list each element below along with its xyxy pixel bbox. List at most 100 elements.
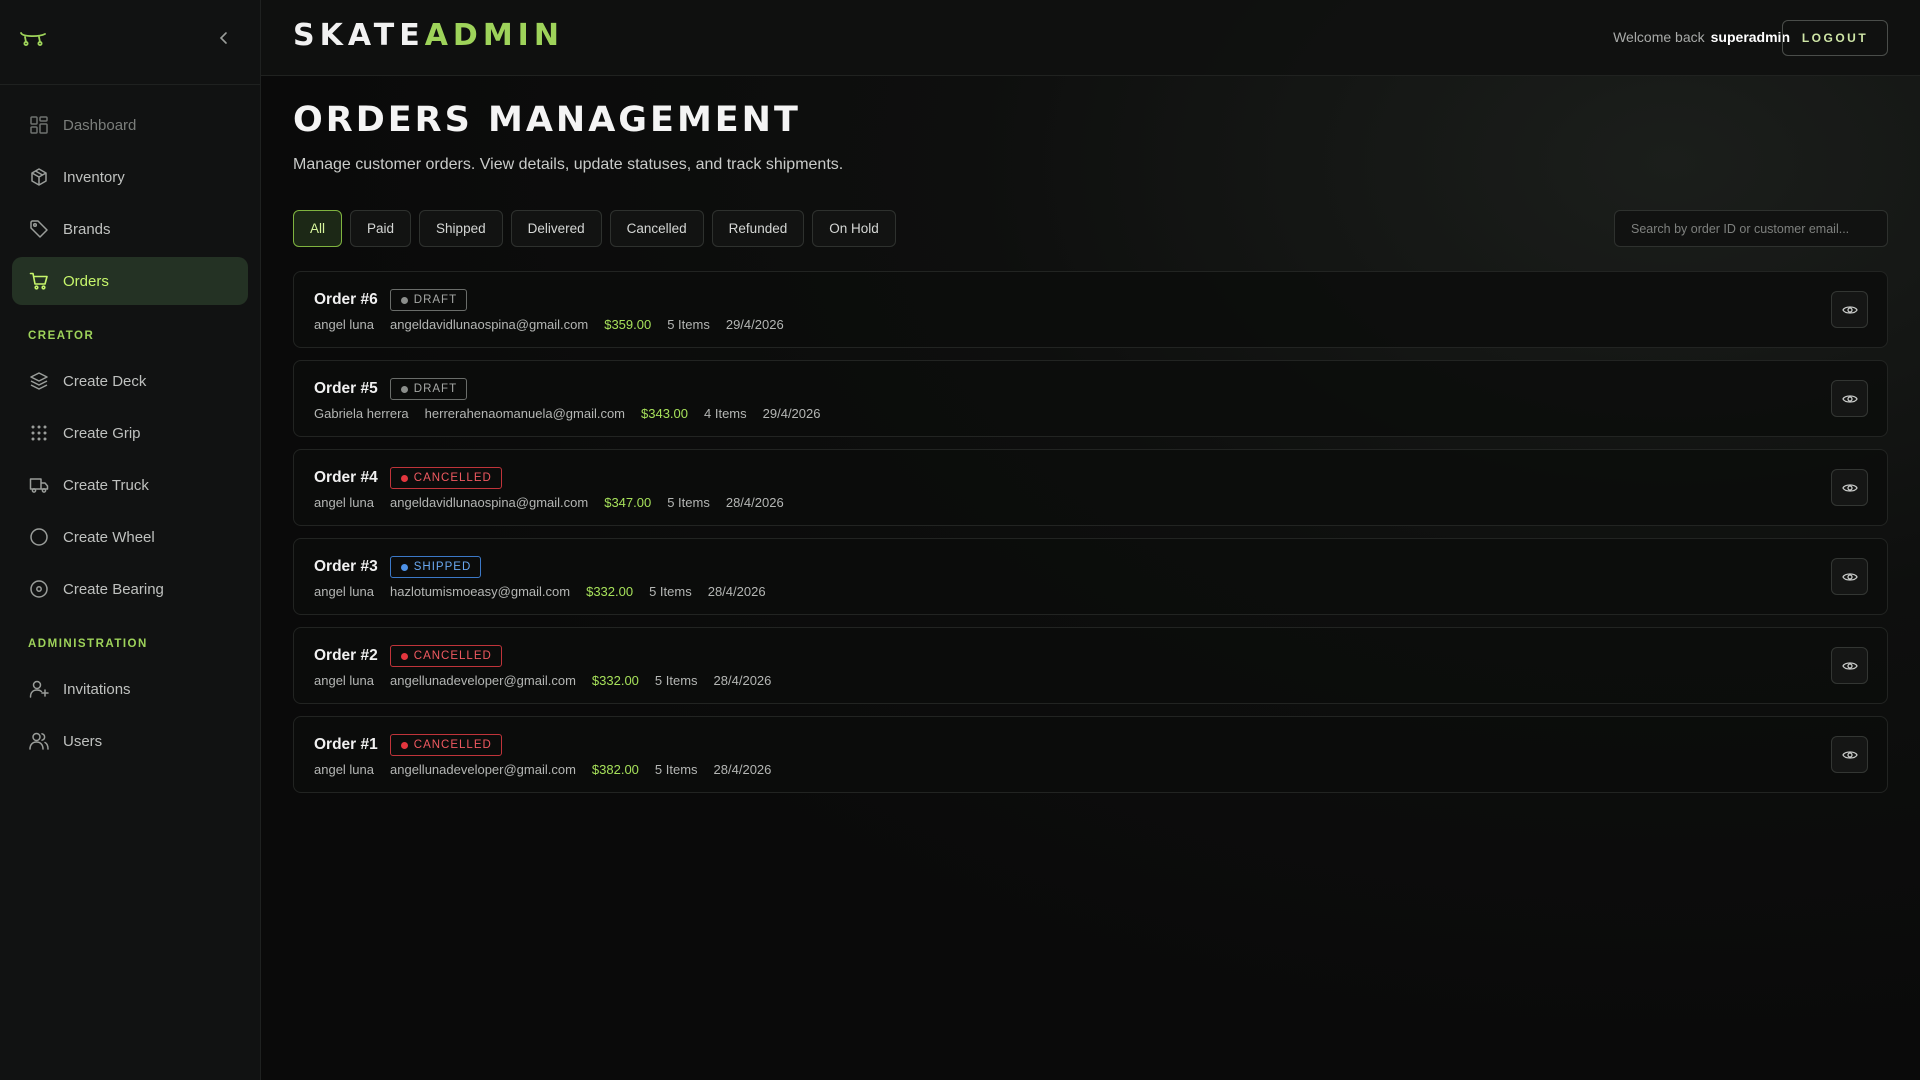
sidebar-header bbox=[0, 0, 260, 85]
order-date: 29/4/2026 bbox=[725, 317, 784, 332]
sidebar-item-label: Users bbox=[63, 732, 103, 750]
circle-icon bbox=[30, 528, 48, 546]
sidebar-item-label: Invitations bbox=[63, 680, 131, 698]
order-title-row: Order #6 DRAFT bbox=[314, 289, 468, 311]
status-badge: SHIPPED bbox=[389, 556, 482, 578]
chevron-left-icon[interactable] bbox=[216, 30, 232, 46]
sidebar-item-create-bearing[interactable]: Create Bearing bbox=[12, 565, 248, 613]
sidebar-item-label: Dashboard bbox=[63, 116, 137, 134]
eye-icon bbox=[1841, 750, 1858, 759]
status-label: CANCELLED bbox=[413, 739, 492, 751]
sidebar-item-orders[interactable]: Orders bbox=[12, 257, 248, 305]
sidebar: Dashboard Inventory Brands Orders CREATO… bbox=[0, 0, 261, 1080]
order-title-row: Order #2 CANCELLED bbox=[314, 645, 502, 667]
disc-icon bbox=[30, 580, 48, 598]
order-date: 28/4/2026 bbox=[707, 584, 766, 599]
sidebar-item-label: Brands bbox=[63, 220, 111, 238]
order-card[interactable]: Order #4 CANCELLED angel luna angeldavid… bbox=[293, 449, 1888, 526]
sidebar-item-create-truck[interactable]: Create Truck bbox=[12, 461, 248, 509]
order-id: Order #1 bbox=[314, 736, 378, 753]
cart-icon bbox=[29, 272, 48, 290]
filter-refunded[interactable]: Refunded bbox=[711, 210, 805, 247]
order-meta: angel luna hazlotumismoeasy@gmail.com $3… bbox=[314, 584, 782, 599]
order-meta: angel luna angeldavidlunaospina@gmail.co… bbox=[314, 317, 800, 332]
status-label: DRAFT bbox=[413, 294, 458, 306]
customer-name: angel luna bbox=[314, 317, 374, 332]
item-count: 5 Items bbox=[654, 673, 698, 688]
search-input[interactable] bbox=[1614, 210, 1888, 247]
order-card[interactable]: Order #1 CANCELLED angel luna angellunad… bbox=[293, 716, 1888, 793]
customer-email: hazlotumismoeasy@gmail.com bbox=[390, 584, 571, 599]
order-card[interactable]: Order #6 DRAFT angel luna angeldavidluna… bbox=[293, 271, 1888, 348]
filter-shipped[interactable]: Shipped bbox=[419, 210, 503, 247]
welcome-label: Welcome back bbox=[1613, 29, 1705, 45]
view-order-button[interactable] bbox=[1831, 558, 1868, 595]
customer-email: angeldavidlunaospina@gmail.com bbox=[390, 495, 589, 510]
item-count: 4 Items bbox=[704, 406, 747, 421]
customer-email: angeldavidlunaospina@gmail.com bbox=[390, 317, 589, 332]
box-icon bbox=[31, 168, 47, 186]
filter-cancelled[interactable]: Cancelled bbox=[609, 210, 704, 247]
logout-button[interactable]: LOGOUT bbox=[1782, 20, 1888, 56]
order-card[interactable]: Order #2 CANCELLED angel luna angellunad… bbox=[293, 627, 1888, 704]
sidebar-item-label: Create Truck bbox=[63, 476, 149, 494]
skateboard-logo-icon[interactable] bbox=[19, 28, 47, 48]
brand-name-part2: ADMIN bbox=[424, 18, 564, 53]
sidebar-item-label: Orders bbox=[63, 272, 109, 290]
order-card[interactable]: Order #5 DRAFT Gabriela herrera herrerah… bbox=[293, 360, 1888, 437]
status-filter-bar: All Paid Shipped Delivered Cancelled Ref… bbox=[293, 210, 896, 247]
sidebar-item-invitations[interactable]: Invitations bbox=[12, 665, 248, 713]
status-dot bbox=[400, 741, 408, 749]
view-order-button[interactable] bbox=[1831, 469, 1868, 506]
filter-paid[interactable]: Paid bbox=[350, 210, 412, 247]
status-dot bbox=[400, 563, 408, 571]
page-subtitle: Manage customer orders. View details, up… bbox=[293, 156, 844, 173]
customer-email: herrerahenaomanuela@gmail.com bbox=[424, 406, 626, 421]
order-id: Order #4 bbox=[314, 469, 378, 486]
order-total: $347.00 bbox=[604, 495, 652, 510]
order-meta: angel luna angellunadeveloper@gmail.com … bbox=[314, 673, 787, 688]
filter-on-hold[interactable]: On Hold bbox=[812, 210, 896, 247]
filter-delivered[interactable]: Delivered bbox=[510, 210, 602, 247]
order-date: 29/4/2026 bbox=[762, 406, 821, 421]
brand-name-part1: SKATE bbox=[293, 18, 425, 53]
sidebar-item-brands[interactable]: Brands bbox=[12, 205, 248, 253]
order-date: 28/4/2026 bbox=[725, 495, 784, 510]
order-title-row: Order #3 SHIPPED bbox=[314, 556, 482, 578]
eye-icon bbox=[1841, 483, 1858, 492]
username: superadmin bbox=[1710, 29, 1790, 45]
eye-icon bbox=[1841, 305, 1858, 314]
sidebar-item-dashboard[interactable]: Dashboard bbox=[12, 101, 248, 149]
view-order-button[interactable] bbox=[1831, 291, 1868, 328]
user-plus-icon bbox=[29, 680, 49, 698]
item-count: 5 Items bbox=[667, 317, 710, 332]
sidebar-item-label: Create Grip bbox=[63, 424, 141, 442]
view-order-button[interactable] bbox=[1831, 380, 1868, 417]
view-order-button[interactable] bbox=[1831, 647, 1868, 684]
order-id: Order #3 bbox=[314, 558, 378, 575]
order-total: $332.00 bbox=[586, 584, 634, 599]
status-badge: CANCELLED bbox=[389, 645, 502, 667]
customer-name: angel luna bbox=[314, 495, 374, 510]
order-total: $382.00 bbox=[591, 762, 639, 777]
brand-logo[interactable]: SKATEADMIN bbox=[293, 18, 564, 53]
customer-email: angellunadeveloper@gmail.com bbox=[390, 673, 576, 688]
status-label: CANCELLED bbox=[413, 472, 492, 484]
status-badge: CANCELLED bbox=[389, 467, 502, 489]
view-order-button[interactable] bbox=[1831, 736, 1868, 773]
order-card[interactable]: Order #3 SHIPPED angel luna hazlotumismo… bbox=[293, 538, 1888, 615]
status-dot bbox=[400, 474, 408, 482]
order-id: Order #2 bbox=[314, 647, 378, 664]
sidebar-item-inventory[interactable]: Inventory bbox=[12, 153, 248, 201]
sidebar-item-label: Create Deck bbox=[63, 372, 147, 390]
sidebar-item-create-grip[interactable]: Create Grip bbox=[12, 409, 248, 457]
order-meta: angel luna angellunadeveloper@gmail.com … bbox=[314, 762, 787, 777]
tag-icon bbox=[30, 220, 48, 238]
status-dot bbox=[400, 385, 408, 393]
sidebar-item-create-wheel[interactable]: Create Wheel bbox=[12, 513, 248, 561]
sidebar-item-create-deck[interactable]: Create Deck bbox=[12, 357, 248, 405]
sidebar-item-users[interactable]: Users bbox=[12, 717, 248, 765]
page-title: ORDERS MANAGEMENT bbox=[293, 100, 801, 140]
filter-all[interactable]: All bbox=[293, 210, 343, 247]
item-count: 5 Items bbox=[649, 584, 692, 599]
